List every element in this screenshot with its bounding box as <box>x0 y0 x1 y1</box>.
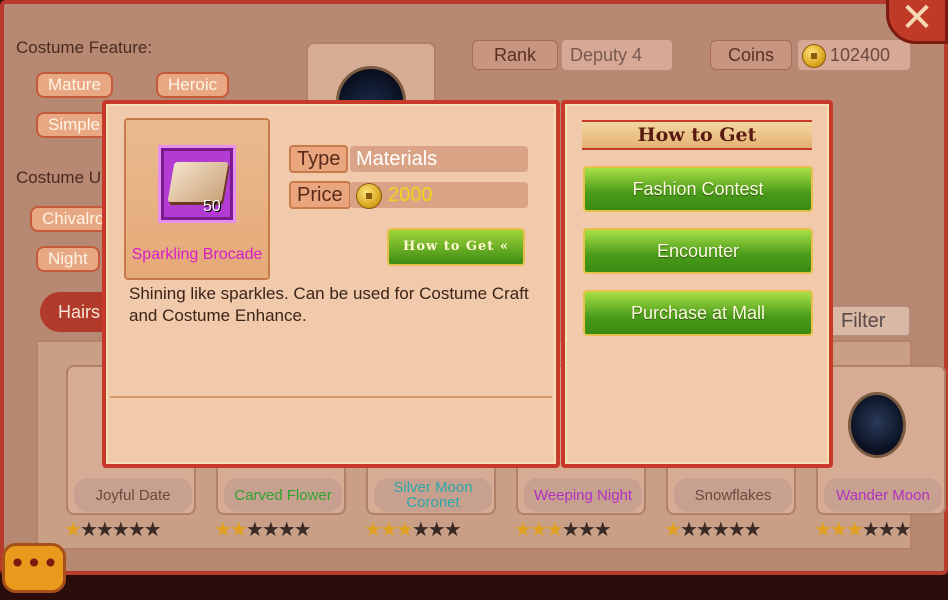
coin-icon <box>802 44 826 68</box>
star-rating: ★★★★★★ <box>364 517 462 541</box>
star-icon: ★ <box>577 517 596 541</box>
rank-value: Deputy 4 <box>562 40 672 70</box>
feature-tag-mature[interactable]: Mature <box>36 72 113 98</box>
item-description: Shining like sparkles. Can be used for C… <box>129 284 529 325</box>
star-rating: ★★★★★★ <box>64 517 162 541</box>
costume-card-name: Weeping Night <box>524 478 642 512</box>
costume-feature-label: Costume Feature: <box>16 38 153 57</box>
star-rating: ★★★★★★ <box>214 517 312 541</box>
costume-card-name: Wander Moon <box>824 478 942 512</box>
type-label: Type <box>289 145 349 173</box>
star-rating: ★★★★★★ <box>514 517 612 541</box>
feature-tag-simple[interactable]: Simple <box>36 112 112 138</box>
coin-icon <box>356 183 382 209</box>
brocade-icon <box>158 145 236 223</box>
bottom-bar <box>0 575 948 600</box>
star-icon: ★ <box>593 517 612 541</box>
how-to-get-button[interactable]: How to Get « <box>387 228 525 266</box>
star-icon: ★ <box>127 517 146 541</box>
wander-moon-thumbnail[interactable] <box>848 392 906 458</box>
star-icon: ★ <box>95 517 114 541</box>
tab-hairs[interactable]: Hairs <box>40 292 110 332</box>
star-icon: ★ <box>277 517 296 541</box>
type-value: Materials <box>350 146 528 172</box>
star-icon: ★ <box>711 517 730 541</box>
costume-card-name: Carved Flower <box>224 478 342 512</box>
star-icon: ★ <box>845 517 864 541</box>
star-icon: ★ <box>64 517 82 541</box>
how-to-get-panel <box>561 100 833 468</box>
star-icon: ★ <box>861 517 880 541</box>
star-icon: ★ <box>427 517 446 541</box>
how-to-get-button-label: How to Get <box>403 239 495 254</box>
star-icon: ★ <box>214 517 232 541</box>
item-name: Sparkling Brocade <box>131 246 263 263</box>
star-icon: ★ <box>561 517 580 541</box>
how-to-get-title: How to Get <box>582 120 812 150</box>
star-icon: ★ <box>814 517 832 541</box>
star-icon: ★ <box>529 517 548 541</box>
speech-bubble-icon[interactable]: ••• <box>2 543 66 593</box>
costume-card-name: Silver Moon Coronet <box>374 478 492 512</box>
star-icon: ★ <box>111 517 130 541</box>
coins-label: Coins <box>710 40 792 70</box>
star-icon: ★ <box>379 517 398 541</box>
price-label: Price <box>289 181 351 209</box>
source-purchase-mall-button[interactable]: Purchase at Mall <box>583 290 813 336</box>
star-icon: ★ <box>364 517 382 541</box>
star-rating: ★★★★★★ <box>814 517 912 541</box>
item-quantity: 50 <box>203 198 221 215</box>
star-icon: ★ <box>293 517 312 541</box>
star-icon: ★ <box>395 517 414 541</box>
feature-tag-heroic[interactable]: Heroic <box>156 72 230 98</box>
source-fashion-contest-button[interactable]: Fashion Contest <box>583 166 813 212</box>
star-icon: ★ <box>143 517 162 541</box>
star-icon: ★ <box>79 517 98 541</box>
star-icon: ★ <box>679 517 698 541</box>
costume-card-name: Joyful Date <box>74 478 192 512</box>
source-encounter-button[interactable]: Encounter <box>583 228 813 274</box>
star-icon: ★ <box>893 517 912 541</box>
star-icon: ★ <box>664 517 682 541</box>
star-icon: ★ <box>877 517 896 541</box>
star-icon: ★ <box>514 517 532 541</box>
star-icon: ★ <box>245 517 264 541</box>
star-icon: ★ <box>443 517 462 541</box>
style-tag-night[interactable]: Night <box>36 246 100 272</box>
star-icon: ★ <box>695 517 714 541</box>
filter-button[interactable]: Filter <box>826 306 910 336</box>
costume-card-name: Snowflakes <box>674 478 792 512</box>
star-icon: ★ <box>411 517 430 541</box>
star-icon: ★ <box>545 517 564 541</box>
star-icon: ★ <box>229 517 248 541</box>
star-icon: ★ <box>743 517 762 541</box>
rank-label: Rank <box>472 40 558 70</box>
star-icon: ★ <box>261 517 280 541</box>
star-icon: ★ <box>829 517 848 541</box>
divider <box>110 396 552 398</box>
costume-usage-label: Costume U <box>16 168 102 187</box>
star-rating: ★★★★★★ <box>664 517 762 541</box>
star-icon: ★ <box>727 517 746 541</box>
